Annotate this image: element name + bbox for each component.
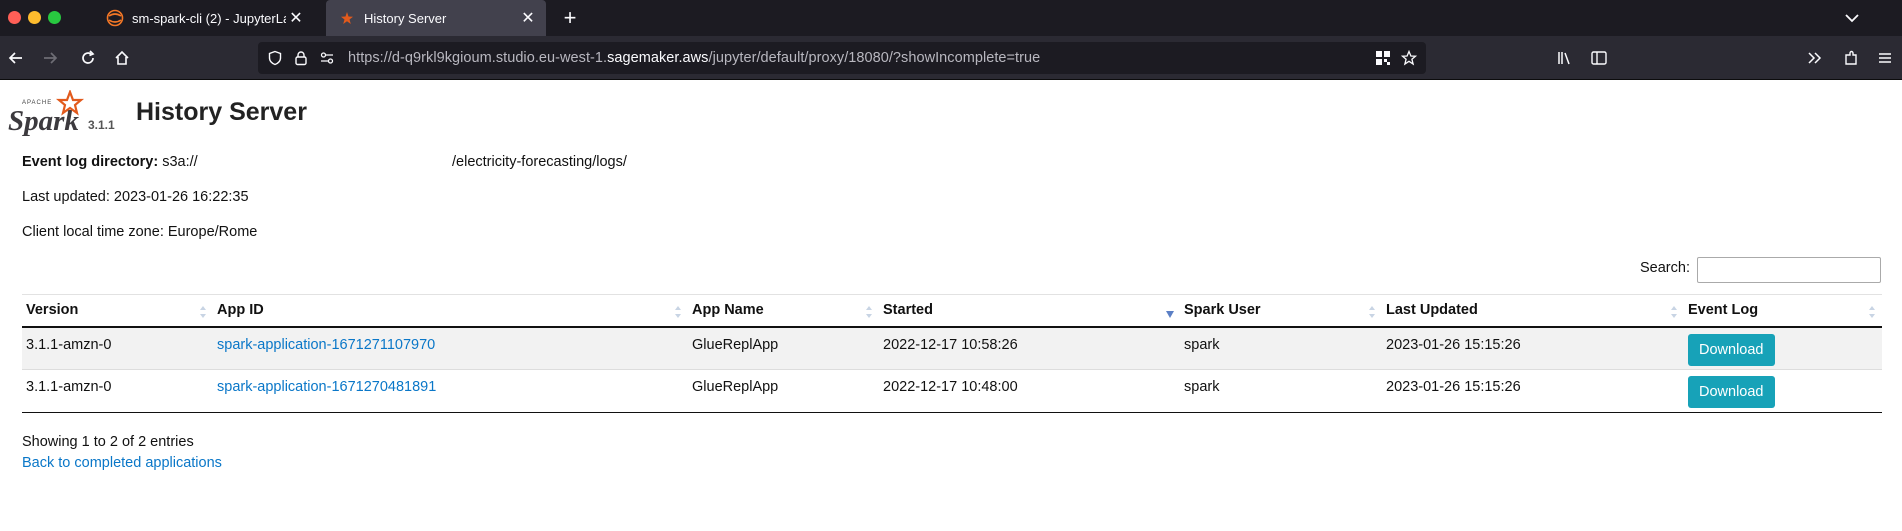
cell-spark-user: spark <box>1180 326 1382 370</box>
sort-icon <box>866 306 872 318</box>
download-button[interactable]: Download <box>1688 376 1775 408</box>
event-log-directory-path: /electricity-forecasting/logs/ <box>452 154 627 170</box>
sort-icon <box>1869 306 1875 318</box>
cell-spark-user: spark <box>1180 369 1382 413</box>
client-timezone: Client local time zone: Europe/Rome <box>22 224 258 240</box>
table-header-row: Version App ID App Name Started Spark Us… <box>22 294 1882 328</box>
spark-version: 3.1.1 <box>88 118 115 132</box>
tab-history-server[interactable]: History Server ✕ <box>326 0 546 36</box>
last-updated: Last updated: 2023-01-26 16:22:35 <box>22 189 249 205</box>
browser-tab-bar: sm-spark-cli (2) - JupyterLab ✕ History … <box>0 0 1902 36</box>
lock-icon[interactable] <box>292 49 310 67</box>
column-header-last-updated[interactable]: Last Updated <box>1382 294 1684 328</box>
sort-icon <box>1671 306 1677 318</box>
back-to-completed-link[interactable]: Back to completed applications <box>22 455 222 471</box>
cell-event-log: Download <box>1684 326 1882 370</box>
shield-icon[interactable] <box>266 49 284 67</box>
permissions-icon[interactable] <box>318 49 336 67</box>
search-input[interactable] <box>1697 257 1881 283</box>
tab-title: sm-spark-cli (2) - JupyterLab <box>132 10 286 26</box>
cell-last-updated: 2023-01-26 15:15:26 <box>1382 369 1684 413</box>
event-log-directory-label: Event log directory: <box>22 154 159 170</box>
extensions-icon[interactable] <box>1839 46 1863 70</box>
search-label: Search: <box>1640 260 1690 276</box>
cell-app-id: spark-application-1671271107970 <box>213 326 688 370</box>
app-id-link[interactable]: spark-application-1671270481891 <box>217 379 436 395</box>
entries-info: Showing 1 to 2 of 2 entries <box>22 434 194 450</box>
column-header-started[interactable]: Started <box>879 294 1180 328</box>
page-title: History Server <box>136 98 307 126</box>
library-icon[interactable] <box>1553 46 1577 70</box>
chevron-down-icon[interactable] <box>1840 6 1864 30</box>
table-row: 3.1.1-amzn-0 spark-application-167127048… <box>22 369 1882 413</box>
column-header-spark-user[interactable]: Spark User <box>1180 294 1382 328</box>
cell-app-name: GlueReplApp <box>688 369 879 413</box>
column-header-app-name[interactable]: App Name <box>688 294 879 328</box>
applications-table: Version App ID App Name Started Spark Us… <box>22 294 1882 413</box>
address-bar[interactable]: https://d-q9rkl9kgioum.studio.eu-west-1.… <box>258 42 1426 74</box>
tab-title: History Server <box>364 10 447 26</box>
new-tab-button[interactable]: + <box>556 4 584 32</box>
event-log-directory: Event log directory: s3a:// <box>22 154 198 170</box>
menu-icon[interactable] <box>1873 46 1897 70</box>
cell-started: 2022-12-17 10:58:26 <box>879 326 1180 370</box>
cell-version: 3.1.1-amzn-0 <box>22 369 213 413</box>
window-minimize-button[interactable] <box>28 11 41 24</box>
tab-jupyterlab[interactable]: sm-spark-cli (2) - JupyterLab ✕ <box>94 0 314 36</box>
qr-code-icon[interactable] <box>1374 49 1392 67</box>
overflow-chevron-icon[interactable] <box>1803 46 1827 70</box>
cell-event-log: Download <box>1684 369 1882 413</box>
bookmark-star-icon[interactable] <box>1400 49 1418 67</box>
sort-descending-icon <box>1166 311 1174 318</box>
window-close-button[interactable] <box>8 11 21 24</box>
window-zoom-button[interactable] <box>48 11 61 24</box>
column-header-app-id[interactable]: App ID <box>213 294 688 328</box>
cell-last-updated: 2023-01-26 15:15:26 <box>1382 326 1684 370</box>
column-header-event-log[interactable]: Event Log <box>1684 294 1882 328</box>
cell-app-name: GlueReplApp <box>688 326 879 370</box>
sort-icon <box>1369 306 1375 318</box>
home-icon[interactable] <box>110 46 134 70</box>
sidebar-icon[interactable] <box>1587 46 1611 70</box>
cell-app-id: spark-application-1671270481891 <box>213 369 688 413</box>
table-row: 3.1.1-amzn-0 spark-application-167127110… <box>22 326 1882 370</box>
event-log-directory-prefix: s3a:// <box>162 154 198 170</box>
close-icon[interactable]: ✕ <box>518 8 538 28</box>
jupyter-icon <box>106 9 124 27</box>
cell-started: 2022-12-17 10:48:00 <box>879 369 1180 413</box>
sort-icon <box>200 306 206 318</box>
close-icon[interactable]: ✕ <box>286 8 306 28</box>
column-header-version[interactable]: Version <box>22 294 213 328</box>
url-text[interactable]: https://d-q9rkl9kgioum.studio.eu-west-1.… <box>348 50 1040 66</box>
back-arrow-icon[interactable] <box>4 46 28 70</box>
spark-icon <box>338 9 356 27</box>
cell-version: 3.1.1-amzn-0 <box>22 326 213 370</box>
download-button[interactable]: Download <box>1688 333 1775 366</box>
history-server-page: APACHE Spark 3.1.1 History Server Event … <box>0 80 1902 531</box>
forward-arrow-icon[interactable] <box>38 46 62 70</box>
sort-icon <box>675 306 681 318</box>
reload-icon[interactable] <box>76 46 100 70</box>
browser-nav-bar: https://d-q9rkl9kgioum.studio.eu-west-1.… <box>0 36 1902 80</box>
app-id-link[interactable]: spark-application-1671271107970 <box>217 337 435 353</box>
